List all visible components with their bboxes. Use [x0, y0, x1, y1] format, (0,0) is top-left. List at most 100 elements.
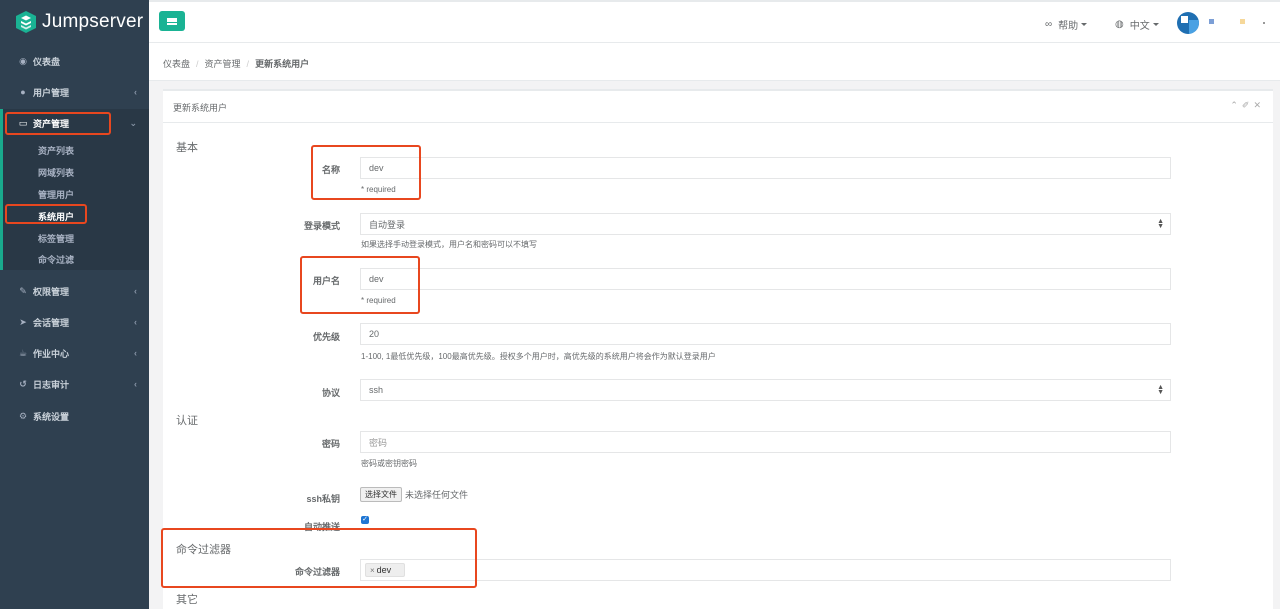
sidebar-item-permissions[interactable]: ✎ 权限管理 ‹ [0, 277, 149, 305]
sidebar-item-label: 作业中心 [33, 348, 70, 359]
sidebar-item-label: 仪表盘 [33, 56, 61, 67]
sidebar-item-label: 会话管理 [33, 317, 70, 328]
sidebar-item-audit[interactable]: ↺ 日志审计 ‹ [0, 370, 149, 398]
chevron-left-icon: ‹ [134, 317, 137, 327]
login-mode-label: 登录模式 [303, 221, 340, 231]
logo[interactable]: Jumpserver [0, 0, 149, 43]
language-label: 中文 [1129, 21, 1150, 32]
sidebar-item-dashboard[interactable]: ◉ 仪表盘 [0, 47, 149, 75]
collapse-icon[interactable]: ⌃ [1230, 100, 1242, 110]
protocol-label: 协议 [321, 388, 340, 398]
coffee-icon: ☕ [18, 347, 28, 358]
login-mode-select[interactable]: 自动登录 ▲ ▼ [360, 213, 1171, 235]
sidebar-item-label: 系统设置 [33, 411, 70, 422]
username-input[interactable]: dev [360, 268, 1171, 290]
language-menu[interactable]: ◍ 中文 [1115, 17, 1159, 32]
user-menu-dot[interactable] [1209, 19, 1214, 24]
chevron-left-icon: ‹ [134, 379, 137, 389]
sidebar-item-label: 用户管理 [33, 87, 70, 98]
section-cmd-filter: 命令过滤器 [176, 544, 231, 556]
sidebar-item-settings[interactable]: ⚙ 系统设置 [0, 402, 149, 430]
submenu-item-domain-list[interactable]: 网域列表 [38, 166, 74, 179]
sidebar-item-label: 权限管理 [33, 286, 70, 297]
select-arrows-icon: ▲ ▼ [1157, 384, 1164, 396]
choose-file-button[interactable]: 选择文件 [360, 487, 402, 502]
submenu-item-label-manage[interactable]: 标签管理 [38, 232, 74, 245]
submenu-item-admin-user[interactable]: 管理用户 [38, 188, 74, 201]
top-navbar: ∞ 帮助 ◍ 中文 [149, 0, 1280, 43]
username-help: * required [361, 296, 396, 305]
cmd-filter-multiselect[interactable] [360, 559, 1171, 581]
help-label: 帮助 [1058, 21, 1079, 32]
sidebar-item-label: 资产管理 [33, 118, 70, 129]
sidebar-item-users[interactable]: ● 用户管理 ‹ [0, 78, 149, 106]
dashboard-icon: ◉ [19, 55, 27, 66]
password-help: 密码或密钥密码 [361, 459, 417, 468]
sidebar-item-assets[interactable]: ▭ 资产管理 ⌄ [0, 109, 149, 137]
login-mode-value: 自动登录 [369, 219, 406, 230]
hamburger-icon [167, 17, 177, 25]
name-input[interactable]: dev [360, 157, 1171, 179]
jumpserver-logo-icon [16, 10, 36, 33]
panel-tools: ⌃✐✕ [1230, 100, 1265, 111]
rocket-icon: ➤ [19, 316, 27, 327]
password-input[interactable]: 密码 [360, 431, 1171, 453]
auto-push-checkbox[interactable]: ✓ [361, 516, 369, 524]
priority-help: 1-100, 1最低优先级，100最高优先级。授权多个用户时，高优先级的系统用户… [361, 352, 716, 361]
cmd-filter-label: 命令过滤器 [294, 567, 340, 577]
globe-icon: ◍ [1115, 19, 1124, 30]
form-panel: 更新系统用户 ⌃✐✕ 基本 名称 dev * required 登录模式 自动登… [163, 89, 1273, 609]
chevron-left-icon: ‹ [134, 87, 137, 97]
protocol-value: ssh [369, 385, 384, 395]
inbox-icon: ▭ [18, 117, 28, 128]
auto-push-label: 自动推送 [303, 522, 340, 532]
section-other: 其它 [176, 594, 198, 606]
submenu-item-cmd-filter[interactable]: 命令过滤 [38, 253, 74, 266]
breadcrumb-bar: 仪表盘 / 资产管理 / 更新系统用户 [149, 43, 1280, 81]
section-auth: 认证 [176, 415, 198, 427]
wrench-icon[interactable]: ✐ [1242, 100, 1254, 110]
chevron-left-icon: ‹ [134, 286, 137, 296]
help-menu[interactable]: ∞ 帮助 [1045, 17, 1088, 32]
password-label: 密码 [321, 439, 340, 449]
priority-input[interactable]: 20 [360, 323, 1171, 345]
tag-remove-icon[interactable]: × [370, 566, 375, 575]
handshake-icon: ∞ [1045, 19, 1053, 30]
username-label: 用户名 [312, 276, 340, 286]
submenu-item-asset-list[interactable]: 资产列表 [38, 144, 74, 157]
caret-down-icon [1152, 23, 1159, 26]
submenu-item-system-user[interactable]: 系统用户 [38, 210, 74, 223]
breadcrumb-current: 更新系统用户 [255, 59, 310, 69]
name-label: 名称 [321, 165, 340, 175]
file-status: 未选择任何文件 [405, 490, 469, 500]
history-icon: ↺ [19, 378, 27, 389]
sidebar-toggle-button[interactable] [159, 11, 185, 31]
sidebar-item-jobs[interactable]: ☕ 作业中心 ‹ [0, 339, 149, 367]
notification-dot[interactable] [1240, 19, 1245, 24]
sidebar: Jumpserver ◉ 仪表盘 ● 用户管理 ‹ ▭ 资产管理 ⌄ 资产列表 … [0, 0, 149, 609]
sidebar-item-sessions[interactable]: ➤ 会话管理 ‹ [0, 308, 149, 336]
panel-title: 更新系统用户 [173, 103, 228, 113]
breadcrumb: 仪表盘 / 资产管理 / 更新系统用户 [163, 59, 310, 69]
close-icon[interactable]: ✕ [1253, 100, 1265, 110]
section-basic: 基本 [176, 142, 198, 154]
assets-submenu: 资产列表 网域列表 管理用户 系统用户 标签管理 命令过滤 [0, 136, 149, 270]
protocol-select[interactable]: ssh ▲ ▼ [360, 379, 1171, 401]
breadcrumb-parent[interactable]: 资产管理 [205, 59, 241, 69]
chevron-left-icon: ‹ [134, 348, 137, 358]
login-mode-help: 如果选择手动登录模式，用户名和密码可以不填写 [361, 240, 537, 249]
priority-label: 优先级 [312, 332, 340, 342]
cmd-filter-tag[interactable]: × dev [365, 563, 405, 577]
breadcrumb-home[interactable]: 仪表盘 [163, 59, 190, 69]
ssh-key-label: ssh私钥 [306, 494, 340, 504]
more-dot[interactable] [1263, 22, 1265, 24]
cmd-filter-tag-label: dev [376, 565, 392, 575]
logo-text: Jumpserver [42, 10, 144, 32]
gears-icon: ⚙ [18, 410, 28, 421]
edit-icon: ✎ [19, 285, 27, 296]
avatar[interactable] [1177, 12, 1199, 34]
chevron-down-icon: ⌄ [129, 117, 137, 128]
panel-header: 更新系统用户 ⌃✐✕ [163, 91, 1273, 123]
sidebar-item-label: 日志审计 [33, 379, 70, 390]
caret-down-icon [1081, 23, 1088, 26]
